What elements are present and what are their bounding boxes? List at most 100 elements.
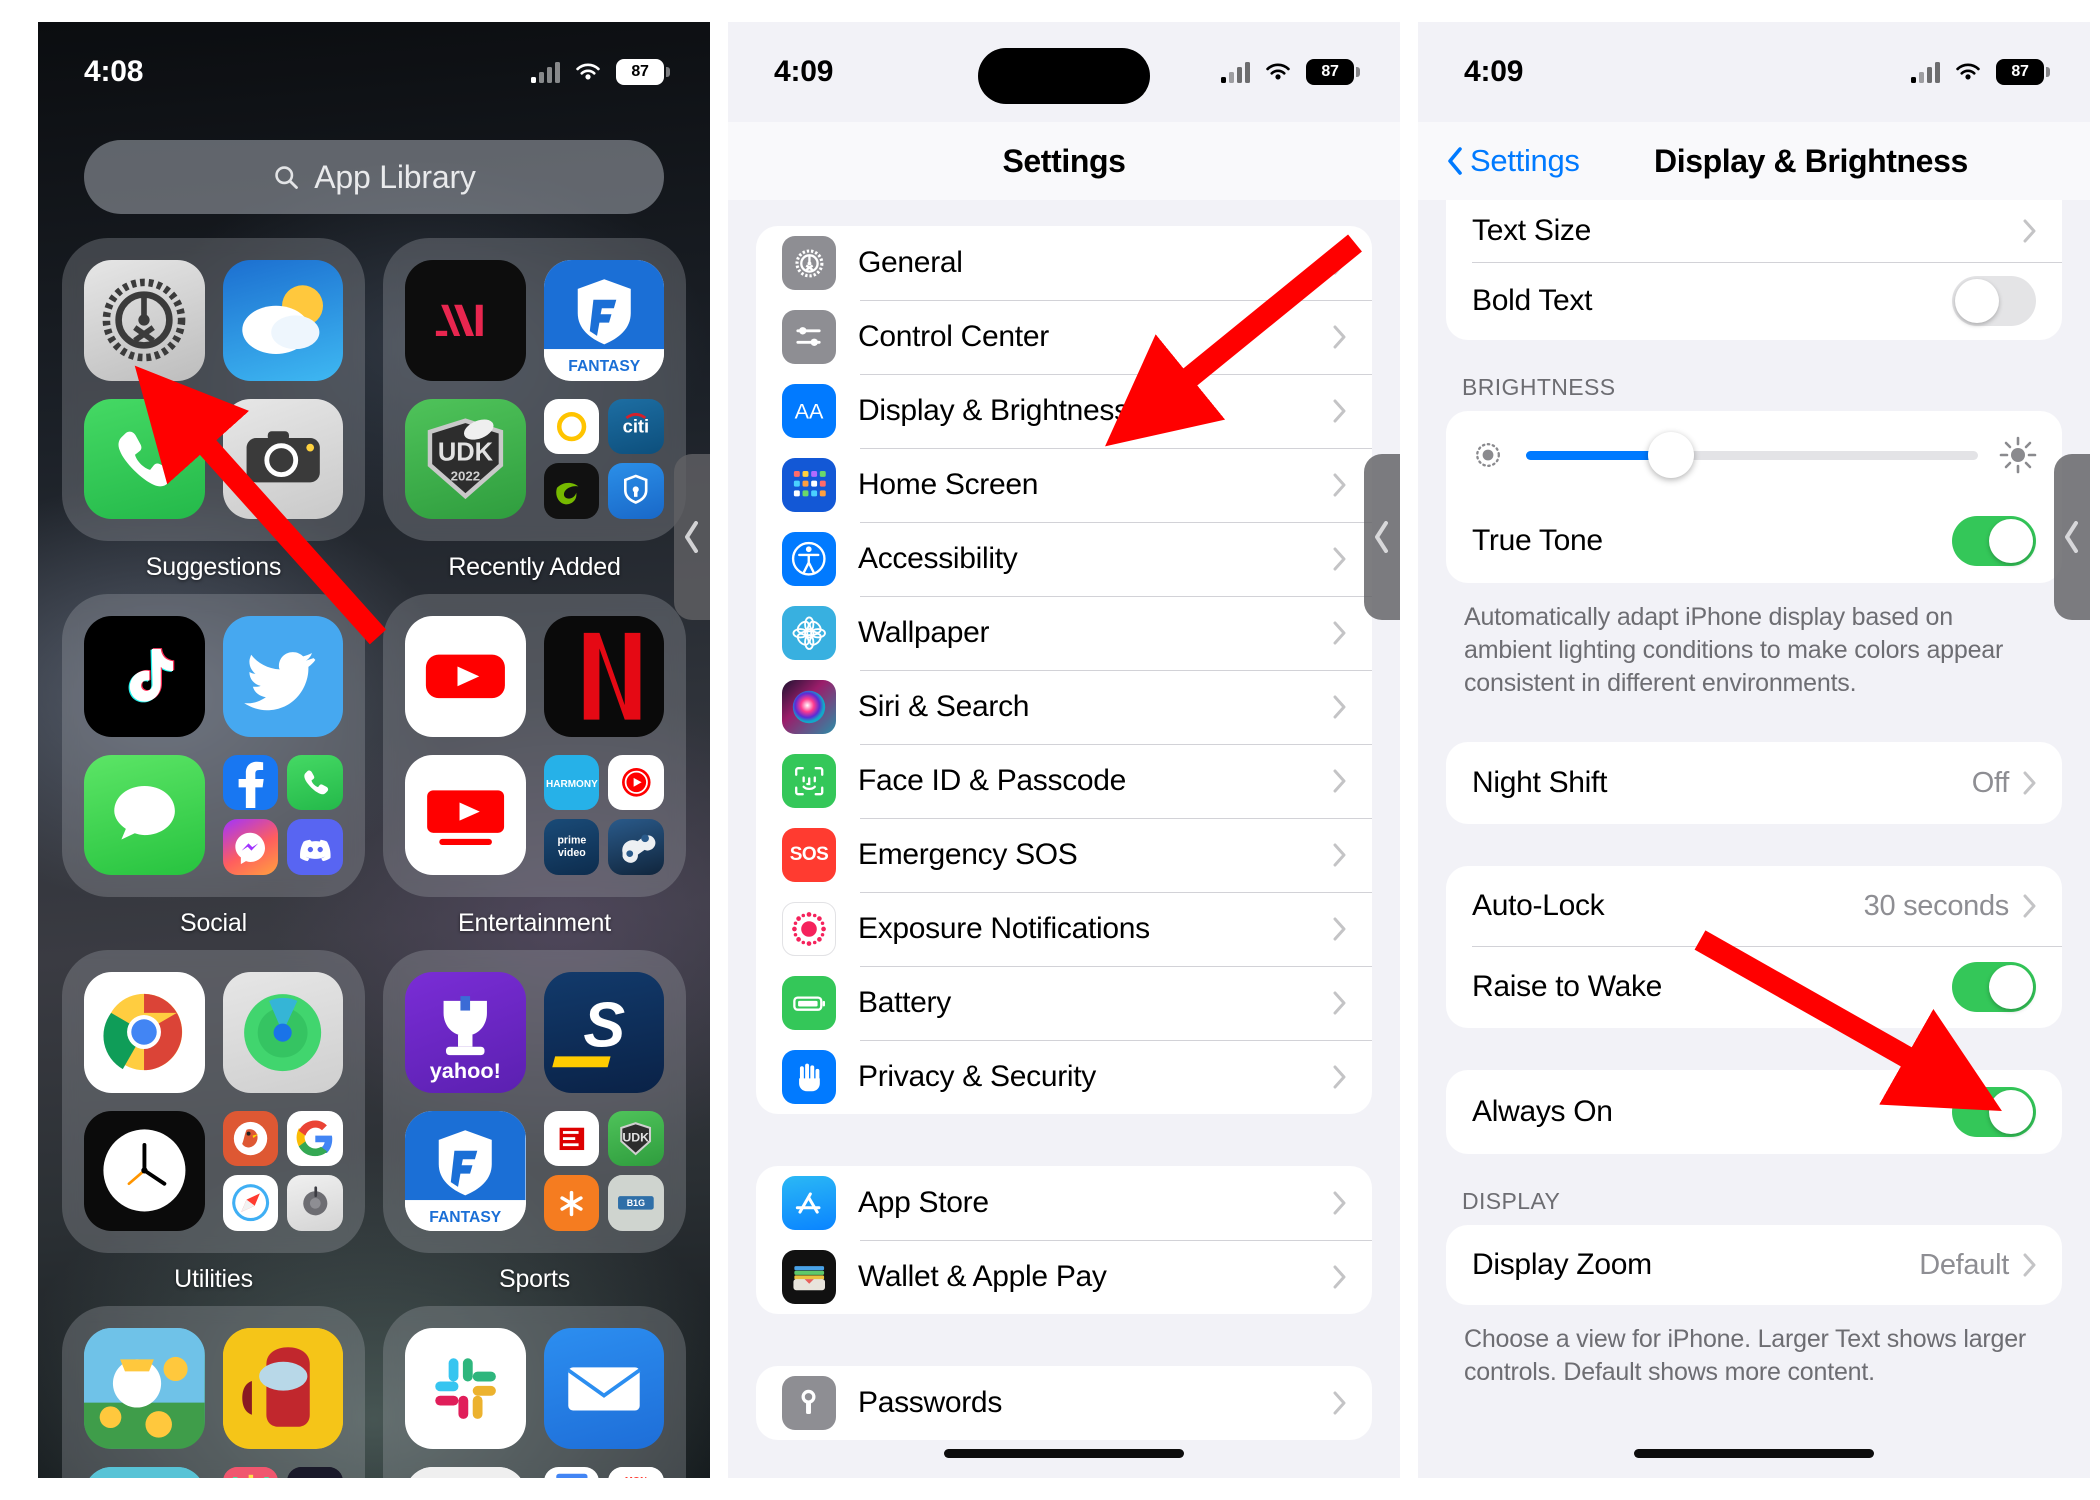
row-true-tone[interactable]: True Tone [1446,499,2062,583]
settings-row-control-center[interactable]: Control Center [756,300,1372,374]
camera-app-icon[interactable] [222,398,343,519]
messages-app-icon[interactable] [84,754,205,875]
app-library-folder-social[interactable]: Social [62,594,365,938]
google-docs-app-icon[interactable] [543,1466,600,1478]
slack-app-icon[interactable] [405,1328,526,1449]
display-brightness-scroll[interactable]: Text Size Bold Text BRIGHTNESS True Tone… [1418,200,2090,1478]
app-library-folder-games[interactable] [62,1306,365,1478]
brightness-thumb[interactable] [1647,432,1694,478]
folder-label: Social [180,909,247,937]
udk-2022-app-icon[interactable]: UDK 2022 [405,398,526,519]
safari-app-icon[interactable] [222,1175,279,1231]
settings-row-siri-search[interactable]: Siri & Search [756,670,1372,744]
big-ten-app-icon[interactable]: B1G [608,1175,664,1231]
youtube-music-app-icon[interactable] [608,754,664,811]
fanduel-fantasy-app-icon-2[interactable]: FANTASY [405,1110,526,1231]
youtube-app-icon[interactable] [405,616,526,737]
app-library-folder-recently-added[interactable]: FANTASY UDK 2022 citi Recently Added [383,238,686,582]
find-my-app-icon[interactable] [222,972,343,1093]
tiktok-app-icon[interactable] [84,616,205,737]
settings-app-icon[interactable] [84,260,205,381]
app-library-folder-utilities[interactable]: Utilities [62,950,365,1294]
prime-video-app-icon[interactable]: prime video [543,819,600,875]
settings-row-app-store[interactable]: App Store [756,1166,1372,1240]
siri-icon [782,680,836,734]
shield-app-icon[interactable] [608,463,664,519]
settings-row-face-id-passcode[interactable]: Face ID & Passcode [756,744,1372,818]
back-button[interactable]: Settings [1446,143,1580,179]
bold-text-toggle[interactable] [1952,276,2036,326]
settings-row-wallet-apple-pay[interactable]: Wallet & Apple Pay [756,1240,1372,1314]
app-library-folder-suggestions[interactable]: Suggestions [62,238,365,582]
always-on-toggle[interactable] [1952,1087,2036,1137]
true-tone-toggle[interactable] [1952,516,2036,566]
settings-row-wallpaper[interactable]: Wallpaper [756,596,1372,670]
phone-app-icon-small[interactable] [287,754,343,811]
clock-app-icon[interactable] [84,1110,205,1231]
harmony-app-icon[interactable]: HARMONY [543,754,600,811]
twitter-app-icon[interactable] [222,616,343,737]
row-always-on[interactable]: Always On [1446,1070,2062,1154]
raise-to-wake-toggle[interactable] [1952,962,2036,1012]
row-auto-lock[interactable]: Auto-Lock 30 seconds [1446,866,2062,946]
steam-app-icon[interactable] [608,819,664,875]
youtube-tv-app-icon[interactable] [405,754,526,875]
mail-app-icon[interactable] [543,1328,664,1449]
settings-row-accessibility[interactable]: Accessibility [756,522,1372,596]
settings-row-emergency-sos[interactable]: SOS Emergency SOS [756,818,1372,892]
among-us-app-icon[interactable] [222,1328,343,1449]
chevron-right-icon [1333,843,1346,867]
settings-row-privacy-security[interactable]: Privacy & Security [756,1040,1372,1114]
settings-row-display-brightness[interactable]: AA Display & Brightness [756,374,1372,448]
asterisk-app-icon[interactable] [543,1175,600,1231]
medium-app-icon[interactable] [405,260,526,381]
authenticator-app-icon[interactable] [405,1466,526,1478]
duckduckgo-app-icon[interactable] [222,1110,279,1167]
weather-app-icon[interactable] [222,260,343,381]
settings-scroll[interactable]: General Control Center AA Display & Brig… [728,200,1400,1478]
galaga-app-icon[interactable] [222,1466,279,1478]
row-text-size[interactable]: Text Size [1446,200,2062,262]
phone-app-icon[interactable] [84,398,205,519]
row-night-shift[interactable]: Night Shift Off [1446,742,2062,824]
calendar-app-icon[interactable]: MON 26 [608,1466,664,1478]
svg-text:AA: AA [795,399,824,424]
brightness-slider-row[interactable] [1446,411,2062,499]
page-nav-chevron-left[interactable] [2054,454,2090,620]
app-library-search-field[interactable]: App Library [84,140,664,214]
settings-row-home-screen[interactable]: Home Screen [756,448,1372,522]
citi-app-icon[interactable]: citi [608,398,664,455]
row-bold-text[interactable]: Bold Text [1446,262,2062,340]
discord-app-icon[interactable] [287,819,343,875]
app-library-folder-sports[interactable]: yahoo! S FANTASY UDK B1G Sports [383,950,686,1294]
thescore-app-icon[interactable]: S [543,972,664,1093]
nvidia-app-icon[interactable] [543,463,600,519]
espn-app-icon[interactable] [543,1110,600,1167]
row-label: Home Screen [858,468,1039,501]
yahoo-fantasy-app-icon[interactable]: yahoo! [405,972,526,1093]
row-display-zoom[interactable]: Display Zoom Default [1446,1225,2062,1305]
settings-row-general[interactable]: General [756,226,1372,300]
page-nav-chevron-left[interactable] [1364,454,1400,620]
golf-clash-app-icon[interactable] [84,1328,205,1449]
settings-row-passwords[interactable]: Passwords [756,1366,1372,1440]
fanduel-fantasy-app-icon[interactable]: FANTASY [543,260,664,381]
udk-app-icon-small[interactable]: UDK [608,1110,664,1167]
page-nav-chevron-left[interactable] [674,454,710,620]
brightness-track[interactable] [1526,432,1978,478]
ring-app-icon[interactable] [543,398,600,455]
row-raise-to-wake[interactable]: Raise to Wake [1446,946,2062,1028]
settings-row-exposure-notifications[interactable]: Exposure Notifications [756,892,1372,966]
netflix-app-icon[interactable] [543,616,664,737]
shortcuts-app-icon[interactable] [287,1175,343,1231]
dead-by-daylight-app-icon[interactable] [287,1466,343,1478]
chevron-right-icon [1333,991,1346,1015]
chrome-app-icon[interactable] [84,972,205,1093]
racing-app-icon[interactable] [84,1466,205,1478]
messenger-app-icon[interactable] [222,819,279,875]
app-library-folder-entertainment[interactable]: HARMONY prime video Entertainment [383,594,686,938]
settings-row-battery[interactable]: Battery [756,966,1372,1040]
google-app-icon[interactable] [287,1110,343,1167]
facebook-app-icon[interactable] [222,754,279,811]
app-library-folder-productivity[interactable]: MON 26 [383,1306,686,1478]
